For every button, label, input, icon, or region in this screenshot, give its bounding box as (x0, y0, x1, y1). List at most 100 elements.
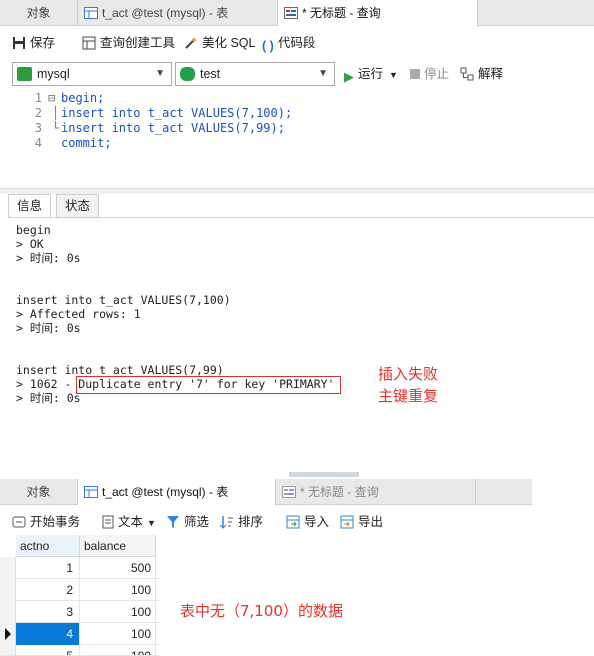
fold-guide: └ (52, 121, 60, 135)
filter-icon (167, 516, 179, 528)
current-row-arrow-icon (5, 628, 11, 640)
tab-query-untitled[interactable]: * 无标题 - 查询 (276, 479, 476, 505)
filter-button[interactable]: 筛选 (166, 513, 209, 531)
query-icon (284, 7, 298, 19)
editor-line: 2 │ insert into t_act VALUES(7,100); (0, 106, 594, 121)
cell-balance[interactable]: 100 (80, 623, 156, 645)
scrollbar-thumb[interactable] (289, 472, 359, 477)
code-snippet-label: 代码段 (277, 36, 316, 50)
tab-table-t-act[interactable]: t_act @test (mysql) - 表 (78, 0, 278, 26)
chevron-down-icon: ▼ (155, 68, 165, 79)
cell-actno[interactable]: 3 (16, 601, 80, 623)
row-indicator[interactable] (0, 557, 16, 579)
query-builder-button[interactable]: 查询创建工具 (82, 34, 175, 52)
cell-balance[interactable]: 500 (80, 557, 156, 579)
stop-label: 停止 (424, 67, 450, 81)
message-line: begin (16, 223, 51, 237)
row-indicator[interactable] (0, 623, 16, 645)
editor-line: 4 commit; (0, 136, 594, 151)
code-line: commit; (61, 136, 112, 150)
filter-label: 筛选 (184, 515, 210, 529)
table-toolbar: 开始事务 文本 ▼ 筛选 排序 导入 导出 (0, 509, 532, 535)
chevron-down-icon[interactable]: ▼ (147, 518, 156, 528)
import-label: 导入 (304, 515, 330, 529)
line-number: 4 (34, 136, 42, 150)
query-builder-label: 查询创建工具 (100, 36, 176, 50)
line-number: 1 (34, 91, 42, 105)
sort-button[interactable]: 排序 (220, 513, 263, 531)
annotation-insert-failed: 插入失败 (378, 365, 439, 383)
tab-objects[interactable]: 对象 (0, 479, 78, 505)
text-button[interactable]: 文本 ▼ (102, 513, 156, 531)
cell-actno[interactable]: 5 (16, 645, 80, 655)
transaction-icon (12, 516, 26, 528)
beautify-label: 美化 SQL (202, 36, 256, 50)
message-line: > 时间: 0s (16, 321, 81, 335)
row-indicator[interactable] (0, 601, 16, 623)
query-toolbar: 保存 查询创建工具 美化 SQL ( ) 代码段 (0, 30, 594, 56)
table-row[interactable]: 5 100 (0, 645, 160, 656)
run-dropdown-icon[interactable]: ▼ (389, 70, 398, 80)
stop-button[interactable]: 停止 (410, 65, 449, 83)
tab-query-untitled[interactable]: * 无标题 - 查询 (278, 0, 478, 27)
export-button[interactable]: 导出 (340, 513, 383, 531)
cell-actno[interactable]: 1 (16, 557, 80, 579)
fold-icon[interactable]: ⊟ (48, 91, 55, 106)
annotation-duplicate-key: 主键重复 (378, 387, 439, 405)
message-line: insert into t_act VALUES(7,100) (16, 293, 231, 307)
line-number: 2 (34, 106, 42, 120)
database-value: test (200, 67, 221, 81)
save-label: 保存 (30, 36, 56, 50)
beautify-sql-button[interactable]: 美化 SQL (184, 34, 256, 52)
explain-label: 解释 (478, 67, 504, 81)
code-line: insert into t_act VALUES(7,99); (61, 121, 285, 135)
sql-editor[interactable]: 1 ⊟ begin; 2 │ insert into t_act VALUES(… (0, 88, 594, 188)
message-panel (8, 217, 594, 465)
column-header-balance[interactable]: balance (80, 535, 156, 557)
tab-status-label: 状态 (65, 199, 91, 213)
tab-objects-label: 对象 (26, 6, 51, 20)
run-button[interactable]: ▶ 运行 ▼ (344, 65, 398, 84)
import-icon (286, 515, 300, 529)
cell-balance[interactable]: 100 (80, 579, 156, 601)
save-button[interactable]: 保存 (12, 34, 55, 52)
cell-actno[interactable]: 2 (16, 579, 80, 601)
cell-balance[interactable]: 100 (80, 601, 156, 623)
explain-button[interactable]: 解释 (460, 65, 503, 83)
code-snippet-button[interactable]: ( ) 代码段 (262, 34, 316, 53)
database-select[interactable]: test ▼ (175, 62, 335, 86)
message-line: > 时间: 0s (16, 391, 81, 405)
query-icon (282, 486, 296, 498)
stop-icon (410, 69, 420, 79)
message-line: > 时间: 0s (16, 251, 81, 265)
code-snippet-icon: ( ) (262, 39, 274, 53)
connection-select[interactable]: mysql ▼ (12, 62, 172, 86)
tab-query-label: * 无标题 - 查询 (302, 6, 381, 20)
tab-info[interactable]: 信息 (8, 194, 52, 218)
table-row-selected[interactable]: 4 100 (0, 623, 160, 645)
cell-balance[interactable]: 100 (80, 645, 156, 655)
table-row[interactable]: 3 100 (0, 601, 160, 623)
tab-objects[interactable]: 对象 (0, 0, 78, 26)
begin-transaction-button[interactable]: 开始事务 (12, 513, 80, 531)
table-row[interactable]: 2 100 (0, 579, 160, 601)
cell-actno[interactable]: 4 (16, 623, 80, 645)
table-row[interactable]: 1 500 (0, 557, 160, 579)
begin-transaction-label: 开始事务 (30, 515, 81, 529)
tab-status[interactable]: 状态 (56, 194, 100, 218)
editor-line: 3 └ insert into t_act VALUES(7,99); (0, 121, 594, 136)
import-button[interactable]: 导入 (286, 513, 329, 531)
row-indicator[interactable] (0, 645, 16, 655)
tab-table-t-act[interactable]: t_act @test (mysql) - 表 (78, 479, 276, 506)
mysql-connection-icon (17, 67, 32, 81)
lower-tab-bar: 对象 t_act @test (mysql) - 表 * 无标题 - 查询 (0, 479, 532, 506)
fold-guide: │ (52, 106, 60, 120)
tab-table-label: t_act @test (mysql) - 表 (102, 6, 229, 20)
tab-info-label: 信息 (17, 199, 43, 213)
export-icon (340, 515, 354, 529)
top-tab-bar: 对象 t_act @test (mysql) - 表 * 无标题 - 查询 (0, 0, 594, 27)
code-line: begin; (61, 91, 105, 105)
row-indicator[interactable] (0, 579, 16, 601)
column-header-actno[interactable]: actno (16, 535, 80, 557)
tab-query-label: * 无标题 - 查询 (300, 485, 379, 499)
